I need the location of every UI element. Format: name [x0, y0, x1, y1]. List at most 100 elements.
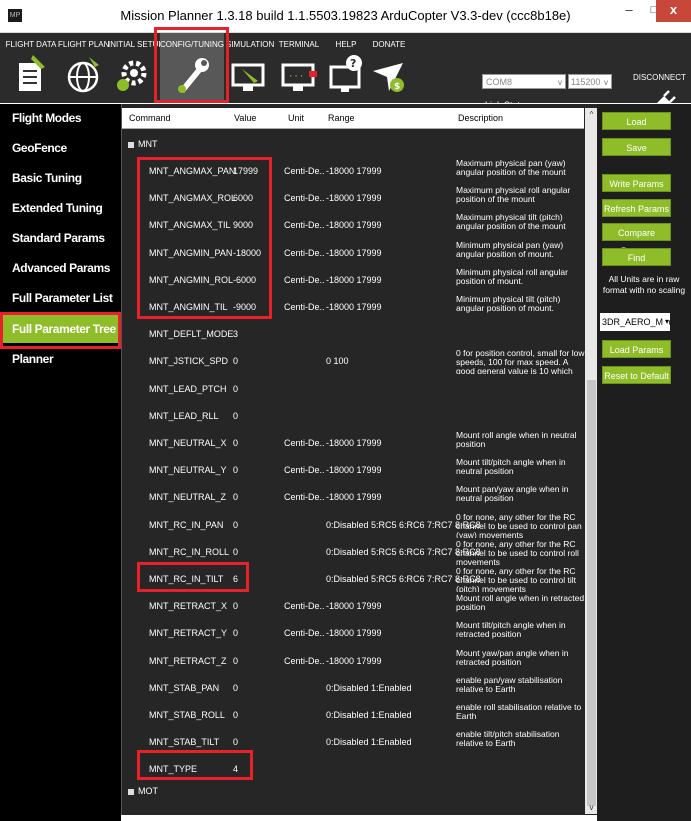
param-description: 0 for none, any other for the RC channel… [456, 567, 577, 592]
param-description: Mount pan/yaw angle when in neutral posi… [456, 485, 569, 504]
expand-icon[interactable] [128, 788, 134, 795]
baud-rate-select[interactable]: 115200 v [568, 74, 612, 89]
col-unit[interactable]: Unit [288, 108, 304, 128]
param-value[interactable]: 0 [233, 710, 238, 720]
refresh-params-button[interactable]: Refresh Params [602, 199, 671, 217]
param-value[interactable]: 0 [233, 601, 238, 611]
param-value[interactable]: 0 [233, 547, 238, 557]
param-name: MNT_RC_IN_ROLL [149, 546, 230, 557]
tb-flight-plan[interactable]: FLIGHT PLAN [58, 33, 109, 103]
table-row[interactable]: MNT_JSTICK_SPD 0 0 100 0 for position contr… [122, 348, 585, 375]
param-value[interactable]: 0 [233, 683, 238, 693]
tb-flight-data[interactable]: FLIGHT DATA [4, 33, 58, 103]
param-name: MNT_DEFLT_MODE [149, 329, 234, 340]
sidebar-item-standard-params[interactable]: Standard Params [0, 224, 121, 252]
param-description [456, 377, 588, 402]
sidebar-item-geofence[interactable]: GeoFence [0, 134, 121, 162]
group-mnt[interactable]: MNT [128, 139, 158, 149]
scroll-thumb[interactable] [587, 380, 596, 806]
table-row[interactable]: MNT_STAB_PAN 0 0:Disabled 1:Enabled enable … [122, 675, 584, 702]
col-command[interactable]: Command [129, 108, 171, 128]
tb-donate[interactable]: DONATE $ [368, 33, 410, 103]
collapse-icon[interactable] [128, 141, 134, 148]
param-unit: Centi-De.. [284, 302, 325, 312]
col-value[interactable]: Value [234, 108, 256, 128]
param-value[interactable]: 0 [233, 520, 238, 530]
rc-in-tilt-highlight [137, 562, 249, 592]
param-unit: Centi-De.. [284, 438, 325, 448]
param-description: Mount tilt/pitch angle when in retracted… [456, 621, 566, 640]
param-value[interactable]: 0 [233, 438, 238, 448]
airframe-param-select[interactable]: 3DR_AERO_M.param ▾ [600, 313, 670, 331]
donate-plane-icon: $ [373, 63, 404, 92]
col-range[interactable]: Range [328, 108, 355, 128]
table-row[interactable]: MNT_NEUTRAL_Z 0 Centi-De.. -18000 17999 Moun… [122, 484, 584, 511]
com-port-select[interactable]: COM8 v [482, 74, 566, 89]
sidebar-item-full-parameter-list[interactable]: Full Parameter List [0, 284, 121, 312]
param-value[interactable]: 0 [233, 492, 238, 502]
param-description: Mount yaw/pan angle when in retracted po… [456, 648, 569, 667]
table-row[interactable]: MNT_RETRACT_Y 0 Centi-De.. -18000 17999 Moun… [122, 620, 584, 647]
group-mot[interactable]: MOT [128, 786, 158, 796]
param-range: 0:Disabled 1:Enabled [326, 682, 412, 693]
disconnect-label[interactable]: DISCONNECT [633, 73, 686, 82]
find-button[interactable]: Find [602, 248, 671, 266]
table-row[interactable]: MNT_NEUTRAL_Y 0 Centi-De.. -18000 17999 Moun… [122, 457, 584, 484]
table-row[interactable]: MNT_RC_IN_PAN 0 0:Disabled 5:RC5 6:RC6 7:R… [122, 512, 584, 539]
load-button[interactable]: Load [602, 112, 671, 130]
param-name: MNT_LEAD_PTCH [149, 383, 227, 394]
sidebar-item-extended-tuning[interactable]: Extended Tuning [0, 194, 121, 222]
tb-flight-data-label: FLIGHT DATA [5, 40, 57, 49]
param-name: MNT_JSTICK_SPD [149, 356, 229, 367]
sidebar-item-basic-tuning[interactable]: Basic Tuning [0, 164, 121, 192]
param-range: -18000 17999 [326, 166, 382, 176]
param-name: MNT_STAB_ROLL [149, 710, 225, 720]
load-params-button[interactable]: Load Params [602, 340, 671, 358]
table-row[interactable]: MNT_NEUTRAL_X 0 Centi-De.. -18000 17999 Moun… [122, 430, 584, 457]
param-value[interactable]: 3 [233, 329, 238, 339]
param-unit: Centi-De.. [284, 492, 325, 503]
param-value[interactable]: 0 [233, 411, 238, 421]
table-row[interactable]: MNT_DEFLT_MODE 3 [122, 321, 584, 348]
reset-default-button[interactable]: Reset to Default [602, 366, 671, 384]
params-action-panel: Load Save Write Params Refresh Params Co… [597, 104, 691, 821]
tb-help[interactable]: HELP ? [328, 33, 364, 103]
tb-initial-setup[interactable]: INITIAL SETUP [108, 33, 164, 103]
param-unit: Centi-De.. [284, 601, 325, 612]
table-row[interactable]: MNT_LEAD_RLL 0 [122, 403, 584, 430]
table-row[interactable]: MNT_STAB_ROLL 0 0:Disabled 1:Enabled enable… [122, 702, 584, 729]
tb-terminal[interactable]: TERMINAL ··· [278, 33, 320, 103]
param-description: Maximum physical tilt (pitch) angular po… [456, 213, 566, 232]
tb-simulation[interactable]: SIMULATION [226, 33, 274, 103]
svg-text:?: ? [350, 57, 356, 70]
param-description: Minimum physical tilt (pitch) angular po… [456, 295, 561, 313]
chevron-down-icon: v [558, 78, 562, 87]
param-description: Mount roll angle when in retracted posit… [456, 594, 585, 613]
help-icon: ? [329, 55, 362, 92]
compare-params-button[interactable]: Compare Params [602, 223, 671, 256]
sidebar-item-planner[interactable]: Planner [0, 345, 121, 373]
flight-data-icon [19, 55, 45, 91]
config-tuning-highlight [154, 27, 229, 103]
sidebar-item-flight-modes[interactable]: Flight Modes [0, 104, 121, 132]
col-description[interactable]: Description [458, 108, 503, 128]
param-value[interactable]: 0 [233, 465, 238, 475]
param-description: 0 for none, any other for the RC channel… [456, 512, 582, 538]
table-row[interactable]: MNT_RETRACT_X 0 Centi-De.. -18000 17999 Moun… [122, 593, 584, 620]
save-button[interactable]: Save [602, 138, 671, 156]
param-unit: Centi-De.. [284, 220, 325, 231]
param-value[interactable]: 0 [233, 656, 238, 666]
param-name: MNT_STAB_PAN [149, 682, 220, 693]
write-params-button[interactable]: Write Params [602, 174, 671, 192]
table-row[interactable]: MNT_RETRACT_Z 0 Centi-De.. -18000 17999 Moun… [122, 648, 584, 675]
param-value[interactable]: 0 [233, 384, 238, 394]
table-row[interactable]: MNT_LEAD_PTCH 0 [122, 376, 584, 403]
svg-text:$: $ [394, 82, 400, 92]
sidebar-item-advanced-params[interactable]: Advanced Params [0, 254, 121, 282]
chevron-down-icon: v [604, 78, 608, 87]
param-value[interactable]: 0 [233, 628, 238, 638]
close-button[interactable]: x [656, 0, 691, 22]
airframe-param-value: 3DR_AERO_M.param [602, 317, 670, 327]
param-value[interactable]: 0 [233, 737, 238, 747]
param-value[interactable]: 0 [233, 356, 238, 366]
